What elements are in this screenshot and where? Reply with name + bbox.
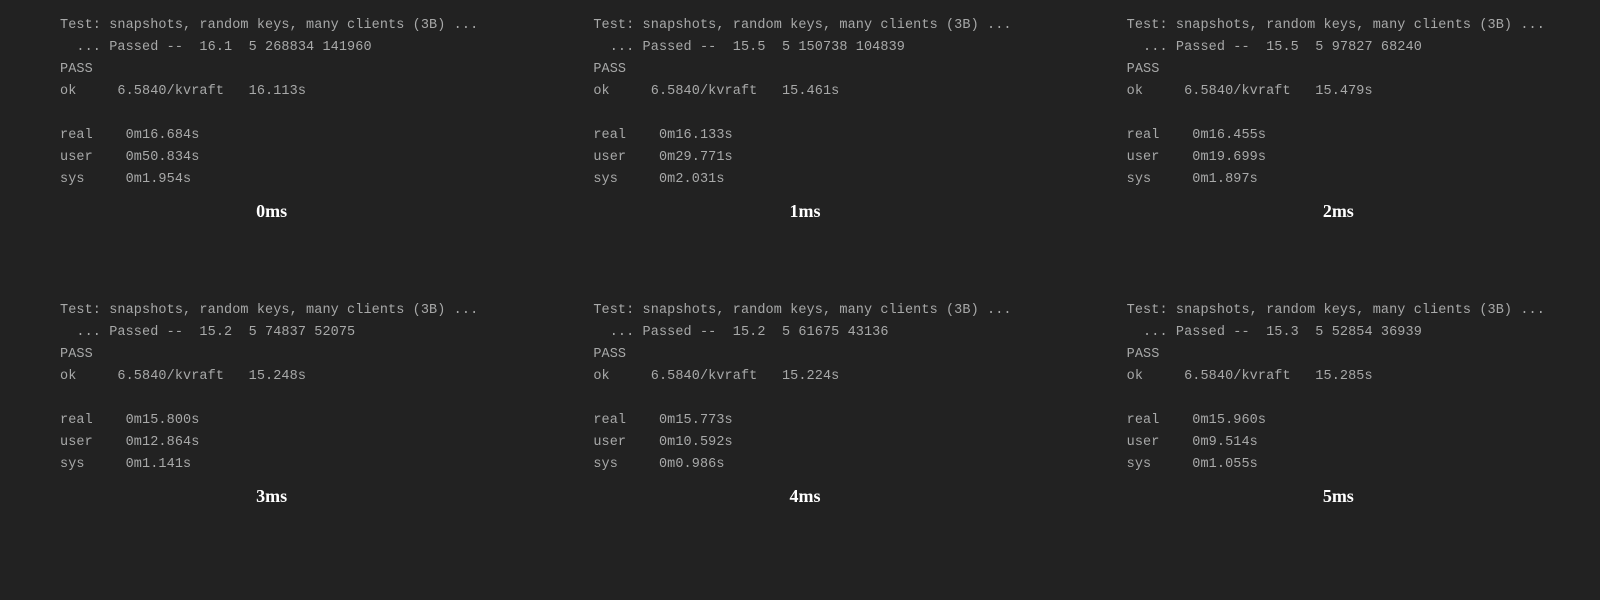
line-ok: ok 6.5840/kvraft 15.479s <box>1127 84 1373 99</box>
line-sys: sys 0m2.031s <box>593 172 724 187</box>
line-ok: ok 6.5840/kvraft 15.224s <box>593 369 839 384</box>
result-panel-5ms: Test: snapshots, random keys, many clien… <box>1067 300 1600 585</box>
terminal-output: Test: snapshots, random keys, many clien… <box>1127 15 1550 191</box>
line-real: real 0m15.773s <box>593 413 732 428</box>
line-real: real 0m16.684s <box>60 128 199 143</box>
line-ok: ok 6.5840/kvraft 15.285s <box>1127 369 1373 384</box>
result-panel-0ms: Test: snapshots, random keys, many clien… <box>0 15 533 300</box>
line-user: user 0m12.864s <box>60 435 199 450</box>
terminal-output: Test: snapshots, random keys, many clien… <box>60 15 483 191</box>
line-real: real 0m15.960s <box>1127 413 1266 428</box>
line-real: real 0m16.455s <box>1127 128 1266 143</box>
line-user: user 0m9.514s <box>1127 435 1258 450</box>
line-pass: PASS <box>60 62 93 77</box>
result-panel-3ms: Test: snapshots, random keys, many clien… <box>0 300 533 585</box>
line-user: user 0m19.699s <box>1127 150 1266 165</box>
line-pass: PASS <box>593 347 626 362</box>
line-user: user 0m29.771s <box>593 150 732 165</box>
line-sys: sys 0m1.954s <box>60 172 191 187</box>
line-sys: sys 0m1.141s <box>60 457 191 472</box>
line-passed: ... Passed -- 16.1 5 268834 141960 <box>60 40 372 55</box>
line-pass: PASS <box>60 347 93 362</box>
line-pass: PASS <box>1127 347 1160 362</box>
line-passed: ... Passed -- 15.5 5 150738 104839 <box>593 40 905 55</box>
line-sys: sys 0m0.986s <box>593 457 724 472</box>
caption: 1ms <box>593 201 1016 222</box>
line-real: real 0m15.800s <box>60 413 199 428</box>
line-user: user 0m50.834s <box>60 150 199 165</box>
line-test: Test: snapshots, random keys, many clien… <box>593 303 1011 318</box>
line-real: real 0m16.133s <box>593 128 732 143</box>
line-test: Test: snapshots, random keys, many clien… <box>60 303 478 318</box>
result-panel-2ms: Test: snapshots, random keys, many clien… <box>1067 15 1600 300</box>
line-test: Test: snapshots, random keys, many clien… <box>1127 303 1545 318</box>
results-grid: Test: snapshots, random keys, many clien… <box>0 0 1600 600</box>
terminal-output: Test: snapshots, random keys, many clien… <box>60 300 483 476</box>
terminal-output: Test: snapshots, random keys, many clien… <box>593 300 1016 476</box>
caption: 2ms <box>1127 201 1550 222</box>
result-panel-4ms: Test: snapshots, random keys, many clien… <box>533 300 1066 585</box>
line-test: Test: snapshots, random keys, many clien… <box>1127 18 1545 33</box>
line-ok: ok 6.5840/kvraft 16.113s <box>60 84 306 99</box>
line-pass: PASS <box>593 62 626 77</box>
line-passed: ... Passed -- 15.3 5 52854 36939 <box>1127 325 1422 340</box>
line-ok: ok 6.5840/kvraft 15.461s <box>593 84 839 99</box>
line-test: Test: snapshots, random keys, many clien… <box>60 18 478 33</box>
caption: 5ms <box>1127 486 1550 507</box>
line-sys: sys 0m1.055s <box>1127 457 1258 472</box>
terminal-output: Test: snapshots, random keys, many clien… <box>1127 300 1550 476</box>
caption: 3ms <box>60 486 483 507</box>
line-user: user 0m10.592s <box>593 435 732 450</box>
caption: 0ms <box>60 201 483 222</box>
line-passed: ... Passed -- 15.2 5 74837 52075 <box>60 325 355 340</box>
line-pass: PASS <box>1127 62 1160 77</box>
line-ok: ok 6.5840/kvraft 15.248s <box>60 369 306 384</box>
line-passed: ... Passed -- 15.2 5 61675 43136 <box>593 325 888 340</box>
line-passed: ... Passed -- 15.5 5 97827 68240 <box>1127 40 1422 55</box>
line-test: Test: snapshots, random keys, many clien… <box>593 18 1011 33</box>
result-panel-1ms: Test: snapshots, random keys, many clien… <box>533 15 1066 300</box>
caption: 4ms <box>593 486 1016 507</box>
terminal-output: Test: snapshots, random keys, many clien… <box>593 15 1016 191</box>
line-sys: sys 0m1.897s <box>1127 172 1258 187</box>
